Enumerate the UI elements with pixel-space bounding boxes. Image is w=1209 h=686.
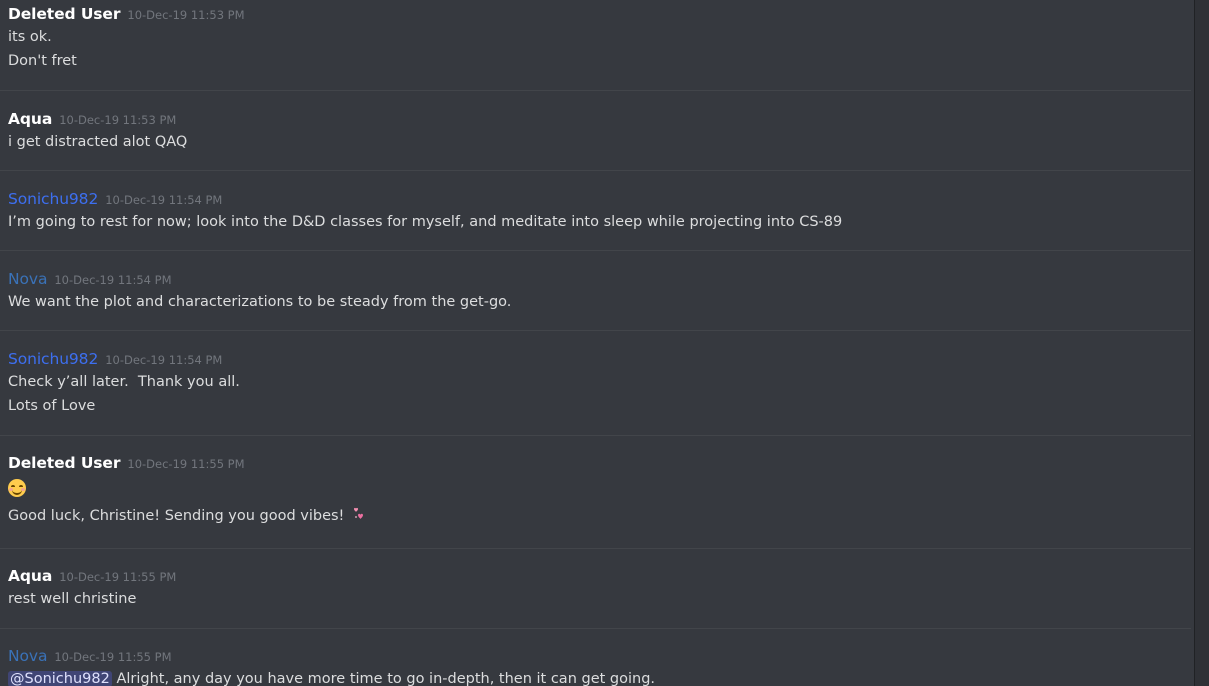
message-line: Don't fret: [8, 53, 77, 69]
message: Sonichu982 10-Dec-19 11:54 PM I’m going t…: [8, 188, 1191, 234]
timestamp: 10-Dec-19 11:55 PM: [127, 457, 245, 471]
message-divider: [0, 250, 1191, 251]
message-header: Nova 10-Dec-19 11:54 PM: [8, 268, 1191, 290]
message: Aqua 10-Dec-19 11:53 PM i get distracted …: [8, 108, 1191, 154]
revolving-hearts-icon: [352, 506, 366, 522]
message: Deleted User 10-Dec-19 11:55 PM Good luck…: [8, 452, 1191, 528]
message: Sonichu982 10-Dec-19 11:54 PM Check y’all…: [8, 348, 1191, 418]
message-line: Check y’all later. Thank you all.: [8, 374, 240, 390]
message-header: Sonichu982 10-Dec-19 11:54 PM: [8, 188, 1191, 210]
message-header: Deleted User 10-Dec-19 11:55 PM: [8, 452, 1191, 474]
message-header: Aqua 10-Dec-19 11:53 PM: [8, 108, 1191, 130]
user-mention[interactable]: @Sonichu982: [8, 671, 112, 686]
timestamp: 10-Dec-19 11:53 PM: [59, 113, 177, 127]
message-header: Nova 10-Dec-19 11:55 PM: [8, 645, 1191, 667]
timestamp: 10-Dec-19 11:54 PM: [105, 193, 223, 207]
message: Deleted User 10-Dec-19 11:53 PM its ok. D…: [8, 3, 1191, 73]
message: Aqua 10-Dec-19 11:55 PM rest well christi…: [8, 565, 1191, 611]
message-divider: [0, 435, 1191, 436]
smiling-face-emoji-icon: [8, 479, 26, 497]
message-header: Sonichu982 10-Dec-19 11:54 PM: [8, 348, 1191, 370]
message-text: Alright, any day you have more time to g…: [116, 671, 656, 686]
message-header: Aqua 10-Dec-19 11:55 PM: [8, 565, 1191, 587]
message-line: its ok.: [8, 29, 52, 45]
message-line: @Sonichu982 Alright, any day you have mo…: [8, 667, 1191, 686]
message-line: Lots of Love: [8, 398, 96, 414]
chat-log: Deleted User 10-Dec-19 11:53 PM its ok. D…: [0, 0, 1209, 686]
message-line: i get distracted alot QAQ: [8, 134, 188, 150]
message-text: Good luck, Christine! Sending you good v…: [8, 508, 345, 524]
timestamp: 10-Dec-19 11:55 PM: [59, 570, 177, 584]
timestamp: 10-Dec-19 11:53 PM: [127, 8, 245, 22]
timestamp: 10-Dec-19 11:54 PM: [105, 353, 223, 367]
author-name[interactable]: Nova: [8, 647, 47, 665]
message-line: rest well christine: [8, 591, 137, 607]
message-line: We want the plot and characterizations t…: [8, 294, 512, 310]
timestamp: 10-Dec-19 11:55 PM: [54, 650, 172, 664]
message-divider: [0, 170, 1191, 171]
message-divider: [0, 90, 1191, 91]
scrollbar-track[interactable]: [1194, 0, 1209, 686]
author-name[interactable]: Sonichu982: [8, 190, 98, 208]
message-header: Deleted User 10-Dec-19 11:53 PM: [8, 3, 1191, 25]
message: Nova 10-Dec-19 11:55 PM @Sonichu982 Alrig…: [8, 645, 1191, 686]
message-line: I’m going to rest for now; look into the…: [8, 214, 843, 230]
message-divider: [0, 628, 1191, 629]
author-name[interactable]: Sonichu982: [8, 350, 98, 368]
message: Nova 10-Dec-19 11:54 PM We want the plot …: [8, 268, 1191, 314]
timestamp: 10-Dec-19 11:54 PM: [54, 273, 172, 287]
message-line: Good luck, Christine! Sending you good v…: [8, 504, 1191, 528]
author-name[interactable]: Deleted User: [8, 5, 120, 23]
message-divider: [0, 548, 1191, 549]
author-name[interactable]: Nova: [8, 270, 47, 288]
author-name[interactable]: Deleted User: [8, 454, 120, 472]
author-name[interactable]: Aqua: [8, 567, 52, 585]
message-divider: [0, 330, 1191, 331]
author-name[interactable]: Aqua: [8, 110, 52, 128]
message-line: [8, 474, 1191, 504]
